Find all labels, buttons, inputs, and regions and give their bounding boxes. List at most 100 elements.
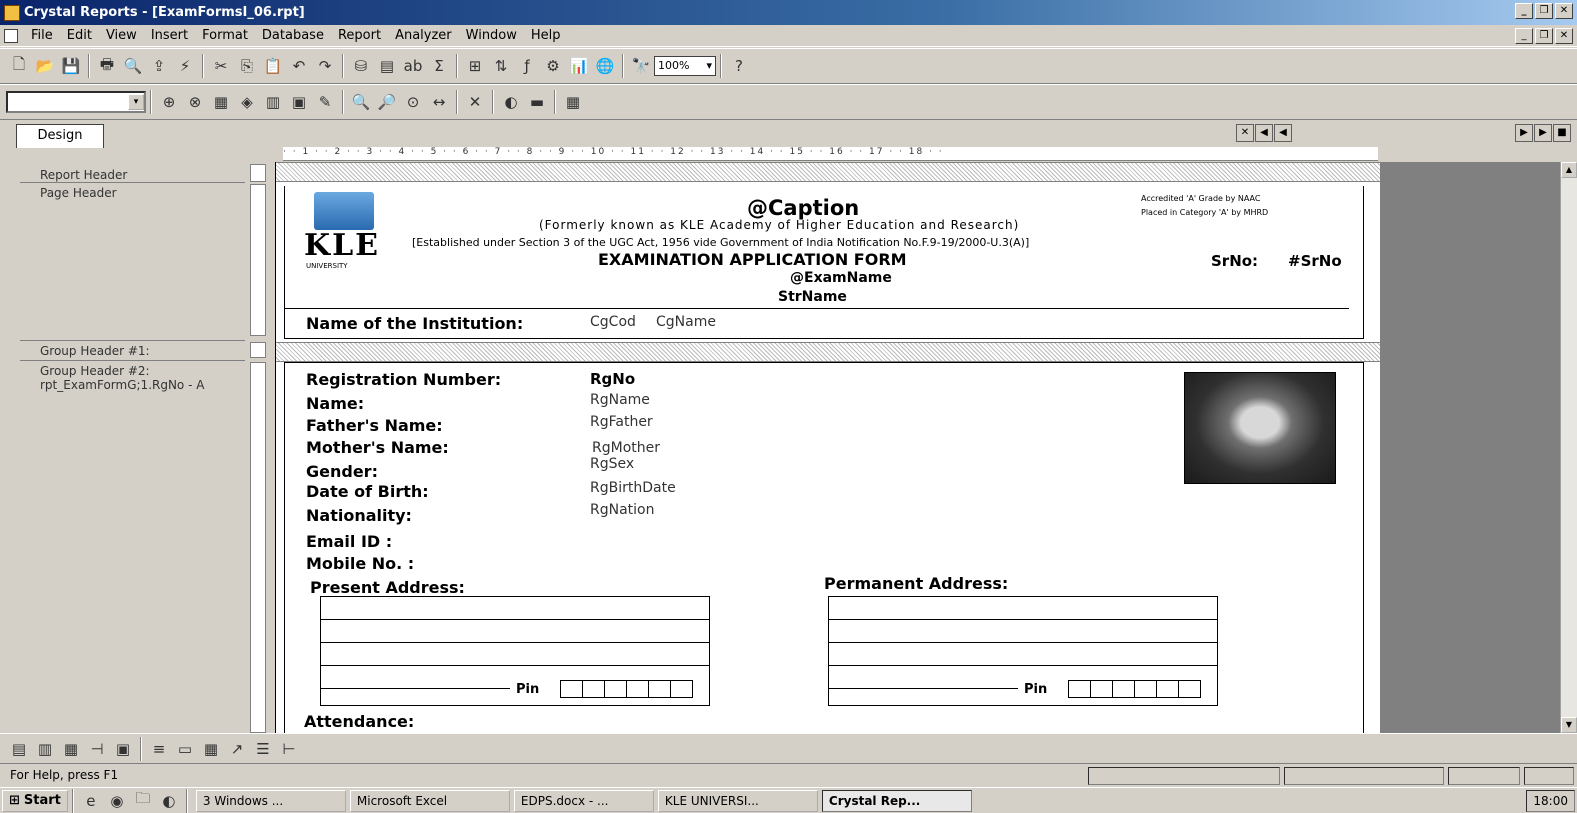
dob-label: Date of Birth: (306, 482, 429, 501)
menu-view[interactable]: View (99, 28, 144, 43)
copy-icon[interactable]: ⎘ (234, 54, 260, 78)
nav-right-group: ▶ ▶ ■ (1515, 124, 1571, 142)
last-page-icon[interactable]: ▶ (1534, 124, 1552, 142)
eraser-icon[interactable]: ▬ (524, 90, 550, 114)
cut-icon[interactable]: ✂ (208, 54, 234, 78)
zoom-fit-icon[interactable]: ⊙ (400, 90, 426, 114)
design-canvas[interactable]: KLE UNIVERSITY @Caption (Formerly known … (275, 162, 1380, 733)
tab-design[interactable]: Design (16, 124, 104, 148)
quicklaunch-firefox-icon[interactable]: ◉ (104, 789, 130, 813)
scroll-up-icon[interactable]: ▲ (1561, 162, 1577, 178)
align-icon[interactable]: ≡ (146, 737, 172, 761)
section-report-header[interactable]: Report Header (40, 168, 127, 182)
menu-format[interactable]: Format (195, 28, 255, 43)
task-windows[interactable]: 3 Windows ... (195, 789, 346, 812)
insert-picture-icon[interactable]: ✎ (312, 90, 338, 114)
group-icon[interactable]: ⊞ (462, 54, 488, 78)
doc-restore-button[interactable]: ❐ (1535, 28, 1553, 44)
menu-window[interactable]: Window (459, 28, 524, 43)
start-button[interactable]: ⊞ Start (2, 789, 68, 812)
zoom-in-icon[interactable]: 🔍 (348, 90, 374, 114)
zoom-out-icon[interactable]: 🔎 (374, 90, 400, 114)
section-group-header-1[interactable]: Group Header #1: (40, 344, 150, 358)
export-icon[interactable]: ⇪ (146, 54, 172, 78)
delete-icon[interactable]: ✕ (462, 90, 488, 114)
link-icon[interactable]: ↗ (224, 737, 250, 761)
restore-button[interactable]: ❐ (1535, 3, 1553, 19)
menu-edit[interactable]: Edit (60, 28, 99, 43)
mother-label: Mother's Name: (306, 438, 449, 457)
text-object-icon[interactable]: ab (400, 54, 426, 78)
save-icon[interactable]: 💾 (58, 54, 84, 78)
table-icon[interactable]: ▦ (198, 737, 224, 761)
workbench-icon[interactable]: ▣ (110, 737, 136, 761)
list-icon[interactable]: ☰ (250, 737, 276, 761)
quicklaunch-ie-icon[interactable]: e (78, 789, 104, 813)
doc-minimize-button[interactable]: _ (1515, 28, 1533, 44)
quicklaunch-app-icon[interactable]: ◐ (156, 789, 182, 813)
scroll-down-icon[interactable]: ▼ (1561, 717, 1577, 733)
name-label: Name: (306, 394, 365, 413)
tree-icon[interactable]: ⊢ (276, 737, 302, 761)
width-icon[interactable]: ↔ (426, 90, 452, 114)
menu-file[interactable]: File (24, 28, 60, 43)
menu-insert[interactable]: Insert (144, 28, 195, 43)
insert-line-icon[interactable]: ▥ (260, 90, 286, 114)
insert-box-icon[interactable]: ▣ (286, 90, 312, 114)
dependency-icon[interactable]: ⊣ (84, 737, 110, 761)
open-icon[interactable]: 📂 (32, 54, 58, 78)
next-page-icon[interactable]: ▶ (1515, 124, 1533, 142)
close-button[interactable]: ✕ (1555, 3, 1573, 19)
menu-help[interactable]: Help (524, 28, 568, 43)
menu-report[interactable]: Report (331, 28, 388, 43)
chart-icon[interactable]: 📊 (566, 54, 592, 78)
stop-icon[interactable]: ■ (1553, 124, 1571, 142)
sort-icon[interactable]: ⇅ (488, 54, 514, 78)
task-kle[interactable]: KLE UNIVERSI... (657, 789, 818, 812)
document-icon[interactable] (4, 28, 18, 43)
new-icon[interactable]: 🗋 (6, 54, 32, 78)
undo-icon[interactable]: ↶ (286, 54, 312, 78)
minimize-button[interactable]: _ (1515, 3, 1533, 19)
help-icon[interactable]: ? (726, 54, 752, 78)
formula-icon[interactable]: ƒ (514, 54, 540, 78)
template-icon[interactable]: ◐ (498, 90, 524, 114)
refresh-icon[interactable]: ⚡ (172, 54, 198, 78)
task-excel[interactable]: Microsoft Excel (349, 789, 510, 812)
database-fields-icon[interactable]: ⛁ (348, 54, 374, 78)
grid-icon[interactable]: ▦ (560, 90, 586, 114)
menu-analyzer[interactable]: Analyzer (388, 28, 459, 43)
redo-icon[interactable]: ↷ (312, 54, 338, 78)
report-explorer-icon[interactable]: ▥ (32, 737, 58, 761)
task-crystal[interactable]: Crystal Rep... (821, 789, 972, 812)
zoom-combo[interactable]: 100% ▾ (654, 56, 716, 76)
find-icon[interactable]: 🔭 (628, 54, 654, 78)
prev-page-icon[interactable]: ◀ (1274, 124, 1292, 142)
size-icon[interactable]: ▭ (172, 737, 198, 761)
section-page-header[interactable]: Page Header (40, 186, 117, 200)
summary-icon[interactable]: Σ (426, 54, 452, 78)
paste-icon[interactable]: 📋 (260, 54, 286, 78)
section-expert-icon[interactable]: ⚙ (540, 54, 566, 78)
insert-crosstab-icon[interactable]: ⊗ (182, 90, 208, 114)
insert-ole-icon[interactable]: ◈ (234, 90, 260, 114)
insert-subreport-icon[interactable]: ⊕ (156, 90, 182, 114)
menu-database[interactable]: Database (255, 28, 331, 43)
first-page-icon[interactable]: ◀ (1255, 124, 1273, 142)
doc-close-button[interactable]: ✕ (1555, 28, 1573, 44)
caption-field: @Caption (747, 196, 860, 220)
insert-field-icon[interactable]: ▤ (374, 54, 400, 78)
preview-icon[interactable]: 🔍 (120, 54, 146, 78)
print-icon[interactable]: 🖶 (94, 54, 120, 78)
vertical-scrollbar[interactable]: ▲ ▼ (1560, 162, 1577, 733)
clock[interactable]: 18:00 (1533, 794, 1568, 808)
field-explorer-icon[interactable]: ▤ (6, 737, 32, 761)
close-view-icon[interactable]: ✕ (1236, 124, 1254, 142)
section-group-header-2[interactable]: Group Header #2: (40, 364, 150, 378)
quicklaunch-folder-icon[interactable]: 🗀 (130, 789, 156, 813)
repository-icon[interactable]: ▦ (58, 737, 84, 761)
font-combo[interactable]: ▾ (6, 91, 146, 113)
task-edps[interactable]: EDPS.docx - ... (513, 789, 654, 812)
map-icon[interactable]: 🌐 (592, 54, 618, 78)
insert-olap-icon[interactable]: ▦ (208, 90, 234, 114)
